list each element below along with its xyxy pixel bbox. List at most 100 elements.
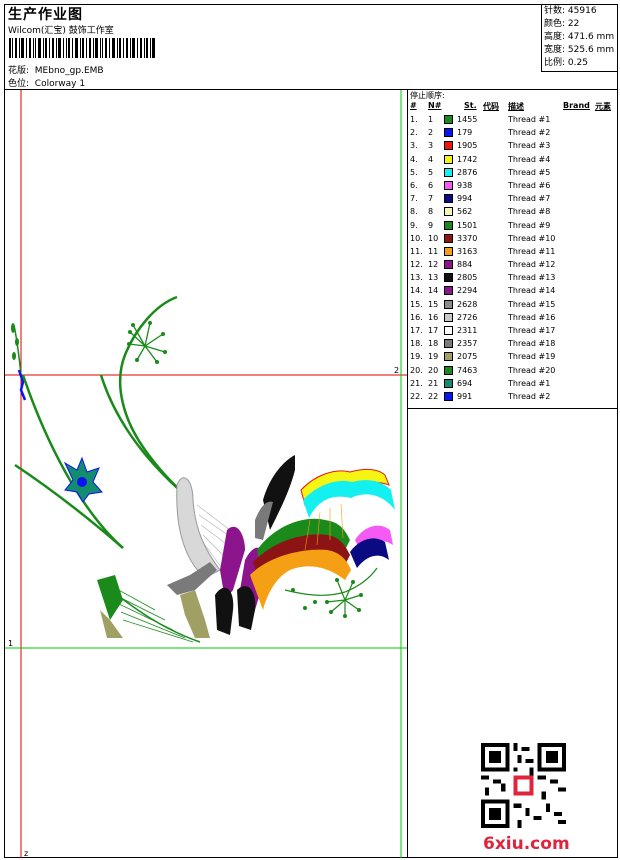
row-needle: 5 [428, 167, 434, 177]
embroidery-preview: 2 1 z [5, 90, 407, 858]
color-swatch [444, 194, 453, 204]
colorway-label: 色位: [8, 79, 30, 89]
row-needle: 3 [428, 141, 434, 151]
row-stitches: 2805 [457, 273, 478, 283]
color-swatch [444, 299, 453, 309]
thread-row: 20. 20 7463 Thread #20 [408, 364, 617, 377]
row-stitches: 2357 [457, 339, 478, 349]
color-swatch [444, 260, 453, 270]
row-stitches: 1742 [457, 154, 478, 164]
thread-row: 7. 7 994 Thread #7 [408, 192, 617, 205]
production-worksheet: 生产作业图 Wilcom(汇宝) 鼓饰工作室 花版: MEbno_gp.EMB … [4, 4, 618, 858]
col-header-stitches: St. [464, 101, 477, 110]
row-number: 5. [410, 167, 418, 177]
floret-bottom [284, 567, 378, 616]
thread-row: 5. 5 2876 Thread #5 [408, 166, 617, 179]
row-stitches: 1455 [457, 115, 478, 124]
row-number: 13. [410, 273, 423, 283]
col-header-desc: 描述 [508, 102, 524, 111]
thread-row: 1. 1 1455 Thread #1 [408, 113, 617, 126]
color-swatch [444, 233, 453, 243]
thread-row: 19. 19 2075 Thread #19 [408, 350, 617, 363]
row-needle: 1 [428, 115, 434, 124]
row-description: Thread #8 [508, 207, 551, 217]
thread-row: 17. 17 2311 Thread #17 [408, 324, 617, 337]
guide-marker-2: 2 [394, 366, 399, 375]
row-needle: 12 [428, 260, 439, 270]
row-stitches: 2311 [457, 326, 478, 335]
color-swatch [444, 246, 453, 256]
thread-row: 2. 2 179 Thread #2 [408, 126, 617, 139]
row-number: 18. [410, 339, 423, 349]
thread-row: 3. 3 1905 Thread #3 [408, 139, 617, 152]
stat-height: 高度: 471.6 mm [544, 32, 615, 42]
thread-row: 10. 10 3370 Thread #10 [408, 232, 617, 245]
row-stitches: 884 [457, 260, 473, 270]
row-stitches: 2294 [457, 286, 478, 296]
row-description: Thread #1 [508, 115, 551, 124]
row-number: 12. [410, 260, 423, 270]
row-description: Thread #6 [508, 180, 551, 190]
thread-row: 14. 14 2294 Thread #14 [408, 284, 617, 297]
row-stitches: 2726 [457, 312, 478, 322]
row-number: 4. [410, 154, 418, 164]
row-description: Thread #16 [508, 312, 556, 322]
stat-colors: 颜色: 22 [544, 19, 580, 29]
row-description: Thread #17 [508, 326, 556, 335]
stat-scale: 比例: 0.25 [544, 58, 588, 68]
color-swatch [444, 378, 453, 388]
colorway-line: 色位: Colorway 1 [8, 76, 85, 89]
row-needle: 14 [428, 286, 439, 296]
row-stitches: 994 [457, 194, 473, 204]
row-needle: 7 [428, 194, 434, 204]
thread-row: 18. 18 2357 Thread #18 [408, 337, 617, 350]
color-swatch [444, 220, 453, 230]
floret-top [128, 322, 166, 363]
row-stitches: 694 [457, 378, 473, 388]
thread-row: 21. 21 694 Thread #1 [408, 377, 617, 390]
design-file-line: 花版: MEbno_gp.EMB [8, 63, 104, 76]
row-needle: 21 [428, 378, 439, 388]
row-number: 20. [410, 365, 423, 375]
row-number: 1. [410, 115, 418, 124]
colorway-name: Colorway 1 [34, 79, 86, 89]
row-description: Thread #20 [508, 365, 556, 375]
row-needle: 4 [428, 154, 434, 164]
company-name: Wilcom(汇宝) 鼓饰工作室 [8, 26, 114, 36]
row-needle: 10 [428, 233, 439, 243]
row-needle: 17 [428, 326, 439, 335]
row-needle: 2 [428, 128, 434, 138]
thread-row: 12. 12 884 Thread #12 [408, 258, 617, 271]
row-number: 15. [410, 299, 423, 309]
thread-row: 15. 15 2628 Thread #15 [408, 298, 617, 311]
color-swatch [444, 352, 453, 362]
row-description: Thread #2 [508, 128, 551, 138]
thread-row: 4. 4 1742 Thread #4 [408, 153, 617, 166]
row-number: 7. [410, 194, 418, 204]
color-swatch [444, 141, 453, 151]
row-description: Thread #18 [508, 339, 556, 349]
color-swatch [444, 167, 453, 177]
thread-row: 6. 6 938 Thread #6 [408, 179, 617, 192]
row-needle: 13 [428, 273, 439, 283]
row-stitches: 2075 [457, 352, 478, 362]
color-swatch [444, 273, 453, 283]
row-needle: 22 [428, 391, 439, 401]
row-number: 14. [410, 286, 423, 296]
qr-code-icon [481, 743, 566, 828]
row-needle: 8 [428, 207, 434, 217]
stop-sequence-heading: 停止顺序: [410, 91, 445, 100]
row-number: 21. [410, 378, 423, 388]
row-description: Thread #13 [508, 273, 556, 283]
stat-stitches: 针数: 45916 [544, 6, 597, 16]
row-needle: 18 [428, 339, 439, 349]
design-file-name: MEbno_gp.EMB [34, 66, 104, 76]
row-number: 22. [410, 391, 423, 401]
row-number: 17. [410, 326, 423, 335]
row-description: Thread #1 [508, 378, 551, 388]
color-swatch [444, 154, 453, 164]
barcode [9, 38, 155, 58]
design-file-label: 花版: [8, 66, 30, 76]
row-needle: 20 [428, 365, 439, 375]
thread-row: 8. 8 562 Thread #8 [408, 205, 617, 218]
